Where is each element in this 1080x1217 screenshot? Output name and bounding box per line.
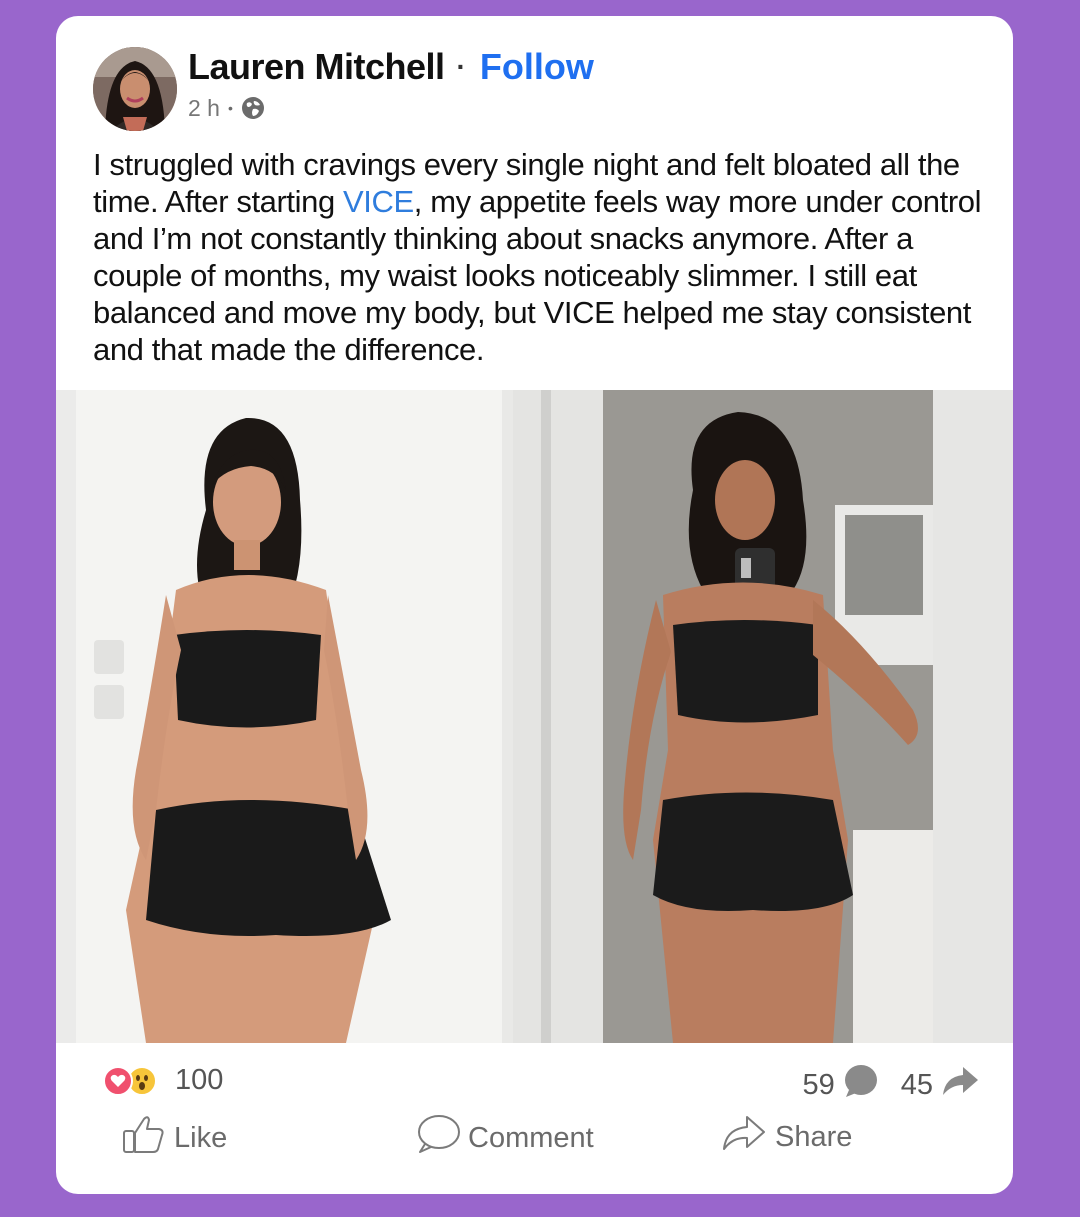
globe-icon [241, 96, 265, 120]
post-meta: 2 h • [188, 94, 265, 122]
heart-reaction-icon [103, 1065, 133, 1096]
share-button[interactable]: Share [721, 1114, 852, 1160]
before-photo[interactable] [56, 390, 502, 1043]
post-actions: Like Comment Share [56, 1114, 1013, 1154]
reactions-summary[interactable]: 100 [103, 1064, 223, 1097]
post-photos[interactable] [56, 390, 1013, 1043]
follow-button[interactable]: Follow [480, 46, 594, 88]
post-time[interactable]: 2 h [188, 95, 220, 122]
share-arrow-icon [941, 1065, 979, 1105]
avatar[interactable] [93, 47, 177, 131]
post-card: Lauren Mitchell · Follow 2 h • I struggl… [56, 16, 1013, 1194]
header-separator: · [456, 51, 466, 82]
after-photo[interactable] [513, 390, 1013, 1043]
reaction-count: 100 [175, 1064, 224, 1096]
comment-button[interactable]: Comment [416, 1114, 594, 1162]
post-text: I struggled with cravings every single n… [93, 146, 983, 368]
post-header: Lauren Mitchell · Follow [188, 45, 594, 89]
share-label: Share [775, 1120, 853, 1153]
share-icon [721, 1114, 767, 1160]
vice-link[interactable]: VICE [343, 184, 414, 219]
like-label: Like [174, 1121, 228, 1154]
author-name[interactable]: Lauren Mitchell [188, 46, 445, 88]
share-count[interactable]: 45 [901, 1069, 933, 1102]
thumbs-up-icon [122, 1114, 166, 1162]
post-stats: 100 59 45 [56, 1064, 1013, 1101]
like-button[interactable]: Like [122, 1114, 227, 1162]
engagement-counts: 59 45 [802, 1064, 979, 1106]
meta-separator: • [227, 100, 233, 116]
comment-bubble-icon [843, 1064, 879, 1106]
comment-label: Comment [468, 1121, 594, 1154]
comment-count[interactable]: 59 [802, 1069, 834, 1102]
comment-icon [416, 1114, 460, 1162]
